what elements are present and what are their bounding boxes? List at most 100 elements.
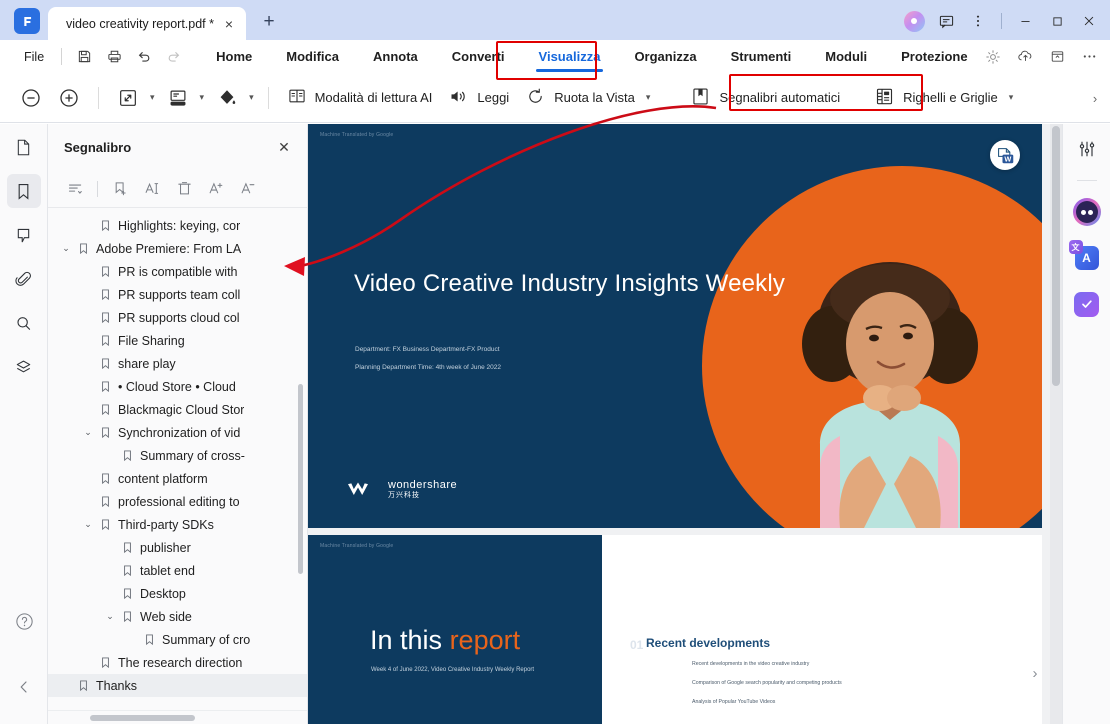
tab-visualizza[interactable]: Visualizza [522, 40, 618, 73]
chevron-down-icon[interactable]: ⌄ [80, 427, 96, 438]
properties-panel-icon[interactable] [1070, 132, 1104, 166]
bookmark-item[interactable]: content platform [48, 467, 307, 490]
fit-page-button[interactable]: ▾ [109, 79, 159, 117]
ai-reading-mode-button[interactable]: Modalità di lettura AI [279, 81, 441, 114]
bookmark-horizontal-scrollbar[interactable] [48, 710, 307, 724]
bookmark-item[interactable]: publisher [48, 536, 307, 559]
menu-bar: File Home Modifica Annota Converti Visua… [0, 40, 1110, 73]
bookmark-item[interactable]: ⌄ Synchronization of vid [48, 421, 307, 444]
bookmark-item[interactable]: Summary of cro [48, 628, 307, 651]
read-aloud-button[interactable]: Leggi [440, 81, 517, 115]
bookmark-label: Third-party SDKs [118, 517, 214, 532]
more-options-icon[interactable] [963, 6, 993, 36]
bookmark-item[interactable]: • Cloud Store • Cloud [48, 375, 307, 398]
print-icon[interactable] [99, 44, 129, 70]
save-icon[interactable] [69, 44, 99, 70]
slide-2-subtitle: Week 4 of June 2022, Video Creative Indu… [371, 667, 535, 673]
wondershare-mark [348, 482, 368, 495]
tab-organizza[interactable]: Organizza [617, 40, 713, 73]
zoom-in-icon[interactable] [50, 79, 88, 117]
account-avatar[interactable] [899, 6, 929, 36]
convert-to-word-icon[interactable]: W [990, 140, 1020, 170]
bookmark-label: • Cloud Store • Cloud [118, 379, 236, 394]
document-viewer[interactable]: Machine Translated by Google Video Creat… [308, 124, 1062, 724]
page-layout-button[interactable]: ▾ [159, 79, 209, 117]
bookmark-item[interactable]: The research direction [48, 651, 307, 674]
list-options-icon[interactable] [60, 175, 90, 203]
undo-icon[interactable] [129, 44, 159, 70]
auto-bookmarks-button[interactable]: Segnalibri automatici [682, 81, 848, 115]
more-menu-icon[interactable] [1074, 44, 1104, 70]
ribbon-expand-icon[interactable]: › [1084, 73, 1106, 123]
delete-bookmark-icon[interactable] [169, 175, 199, 203]
add-bookmark-icon[interactable] [105, 175, 135, 203]
bookmark-item[interactable]: File Sharing [48, 329, 307, 352]
chevron-down-icon[interactable]: ⌄ [80, 519, 96, 530]
page-2-right[interactable]: 01 Recent developments Recent developmen… [602, 535, 1042, 724]
tab-strumenti[interactable]: Strumenti [714, 40, 809, 73]
minimize-button[interactable] [1010, 6, 1040, 36]
document-scrollbar-track[interactable] [1050, 124, 1062, 724]
close-panel-icon[interactable]: ✕ [273, 136, 295, 158]
comment-icon[interactable] [7, 218, 41, 252]
rulers-grids-button[interactable]: Righelli e Griglie ▾ [866, 81, 1025, 115]
layers-icon[interactable] [7, 350, 41, 384]
attachment-icon[interactable] [7, 262, 41, 296]
checklist-icon[interactable] [1070, 287, 1104, 321]
collapse-panel-icon[interactable] [7, 670, 41, 704]
bookmark-item[interactable]: Blackmagic Cloud Stor [48, 398, 307, 421]
bookmark-item[interactable]: PR is compatible with [48, 260, 307, 283]
cloud-upload-icon[interactable] [1010, 44, 1040, 70]
bookmark-item[interactable]: ⌄ Adobe Premiere: From LA [48, 237, 307, 260]
rename-bookmark-icon[interactable] [137, 175, 167, 203]
next-page-button[interactable]: › [1022, 660, 1048, 686]
bookmark-icon[interactable] [6, 174, 41, 208]
bookmark-item[interactable]: professional editing to [48, 490, 307, 513]
decrease-font-icon[interactable] [233, 175, 263, 203]
feedback-icon[interactable] [931, 6, 961, 36]
help-icon[interactable] [7, 604, 41, 638]
bookmark-item[interactable]: PR supports team coll [48, 283, 307, 306]
title-bar: video creativity report.pdf * × + [0, 0, 1110, 40]
search-icon[interactable] [7, 306, 41, 340]
close-tab-icon[interactable]: × [218, 13, 240, 35]
file-menu[interactable]: File [14, 50, 54, 64]
translate-icon[interactable]: A [1068, 240, 1104, 275]
chevron-down-icon[interactable]: ⌄ [58, 243, 74, 254]
tab-home[interactable]: Home [199, 40, 269, 73]
scrollbar-thumb[interactable] [90, 715, 195, 721]
tab-modifica[interactable]: Modifica [269, 40, 356, 73]
document-scrollbar-thumb[interactable] [1052, 126, 1060, 386]
bookmark-item[interactable]: ⌄ Web side [48, 605, 307, 628]
bookmark-item[interactable]: tablet end [48, 559, 307, 582]
rotate-view-button[interactable]: Ruota la Vista ▾ [517, 81, 662, 115]
new-tab-button[interactable]: + [254, 7, 284, 37]
archive-icon[interactable] [1042, 44, 1072, 70]
bookmark-label: PR is compatible with [118, 264, 238, 279]
maximize-button[interactable] [1042, 6, 1072, 36]
thumbnails-icon[interactable] [7, 130, 41, 164]
bookmark-item[interactable]: PR supports cloud col [48, 306, 307, 329]
close-window-button[interactable] [1074, 6, 1104, 36]
bookmark-item[interactable]: share play [48, 352, 307, 375]
bookmark-icon [74, 679, 92, 692]
bookmark-item[interactable]: ⌄ Third-party SDKs [48, 513, 307, 536]
tab-moduli[interactable]: Moduli [808, 40, 884, 73]
tab-protezione[interactable]: Protezione [884, 40, 984, 73]
increase-font-icon[interactable] [201, 175, 231, 203]
document-tab[interactable]: video creativity report.pdf * × [48, 7, 246, 40]
background-button[interactable]: ▾ [208, 79, 258, 117]
bookmark-item[interactable]: Desktop [48, 582, 307, 605]
chevron-down-icon[interactable]: ⌄ [102, 611, 118, 622]
bookmark-item[interactable]: Summary of cross- [48, 444, 307, 467]
bookmark-vertical-scrollbar[interactable] [298, 384, 303, 574]
bookmark-item[interactable]: Highlights: keying, cor [48, 214, 307, 237]
tab-converti[interactable]: Converti [435, 40, 522, 73]
tab-annota[interactable]: Annota [356, 40, 435, 73]
theme-icon[interactable] [978, 44, 1008, 70]
zoom-out-icon[interactable] [12, 79, 50, 117]
bookmark-label: Highlights: keying, cor [118, 218, 241, 233]
page-1[interactable]: Machine Translated by Google Video Creat… [308, 124, 1042, 528]
bookmark-item[interactable]: Thanks [48, 674, 307, 697]
ai-assistant-icon[interactable] [1070, 195, 1104, 229]
